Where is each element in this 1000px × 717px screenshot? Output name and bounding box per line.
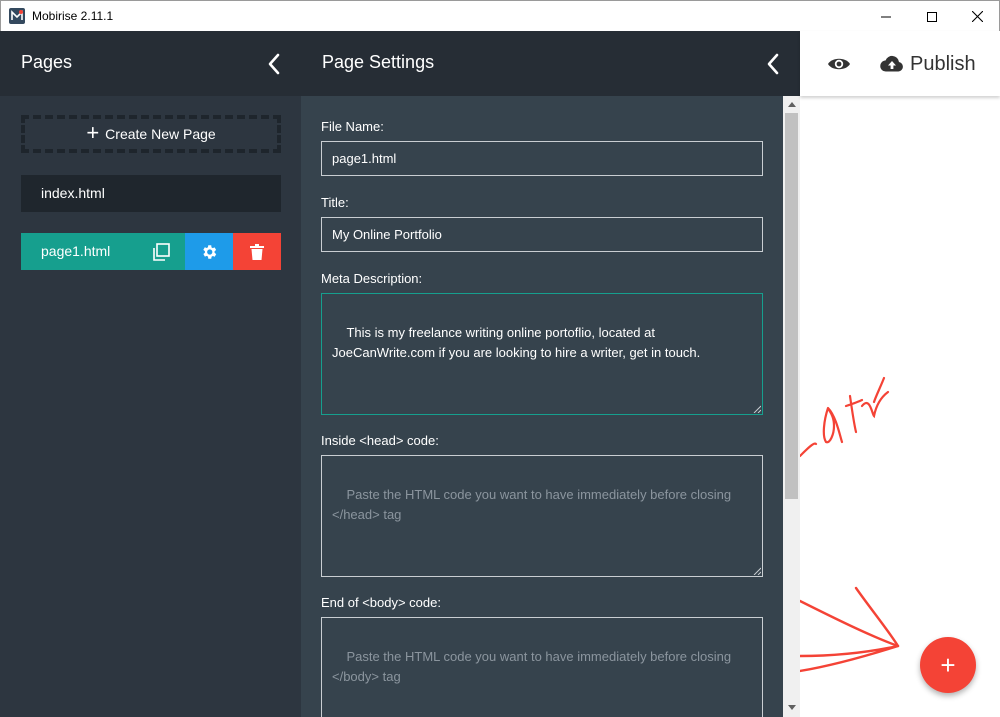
body-code-textarea[interactable]: Paste the HTML code you want to have imm… xyxy=(321,617,763,717)
scroll-up-arrow-icon[interactable] xyxy=(783,96,800,113)
trash-icon xyxy=(250,243,264,260)
body-code-label: End of <body> code: xyxy=(321,595,441,610)
file-name-input[interactable]: page1.html xyxy=(321,141,763,176)
create-new-page-button[interactable]: + Create New Page xyxy=(21,115,281,153)
create-new-page-label: Create New Page xyxy=(105,126,216,142)
duplicate-page-button[interactable] xyxy=(137,233,185,270)
publish-label: Publish xyxy=(910,52,976,75)
pages-panel-title: Pages xyxy=(21,52,73,72)
page-settings-header: Page Settings xyxy=(301,31,800,96)
title-input[interactable]: My Online Portfolio xyxy=(321,217,763,252)
scroll-thumb[interactable] xyxy=(785,113,798,499)
page-item-label: index.html xyxy=(41,185,105,201)
file-name-label: File Name: xyxy=(321,119,384,134)
page-settings-title: Page Settings xyxy=(322,52,435,72)
window-title: Mobirise 2.11.1 xyxy=(32,9,114,23)
maximize-icon xyxy=(927,11,937,22)
publish-button[interactable]: Publish xyxy=(880,49,976,79)
close-button[interactable] xyxy=(954,1,1000,32)
page-preview-area xyxy=(800,96,1000,717)
mobirise-logo-icon xyxy=(9,8,25,24)
meta-description-label: Meta Description: xyxy=(321,271,423,286)
meta-description-text: This is my freelance writing online port… xyxy=(332,325,701,360)
page-settings-panel: Page Settings File Name: page1.html Titl… xyxy=(301,31,800,717)
meta-description-textarea[interactable]: This is my freelance writing online port… xyxy=(321,293,763,415)
delete-page-button[interactable] xyxy=(233,233,281,270)
preview-toolbar: Publish xyxy=(800,31,1000,96)
window-title-bar: Mobirise 2.11.1 xyxy=(0,0,1000,31)
settings-scrollbar[interactable] xyxy=(783,96,800,717)
title-label: Title: xyxy=(321,195,349,210)
page-item-label: page1.html xyxy=(41,243,111,259)
close-icon xyxy=(971,11,983,22)
resize-grip-icon[interactable] xyxy=(753,405,761,413)
preview-eye-icon[interactable] xyxy=(826,51,852,77)
head-code-textarea[interactable]: Paste the HTML code you want to have imm… xyxy=(321,455,763,577)
pages-panel: Pages + Create New Page index.html page1… xyxy=(0,31,301,717)
add-block-button[interactable]: + xyxy=(920,637,976,693)
minimize-button[interactable] xyxy=(863,1,909,32)
head-code-placeholder: Paste the HTML code you want to have imm… xyxy=(332,487,735,522)
maximize-button[interactable] xyxy=(909,1,955,32)
page-item-index[interactable]: index.html xyxy=(21,175,281,212)
scroll-down-arrow-icon[interactable] xyxy=(783,699,800,716)
minimize-icon xyxy=(881,16,891,17)
gear-icon xyxy=(203,244,217,259)
page-item-page1[interactable]: page1.html xyxy=(21,233,281,270)
handwritten-start-hint xyxy=(800,376,900,673)
pages-panel-header: Pages xyxy=(0,31,301,96)
settings-collapse-chevron-left-icon[interactable] xyxy=(761,51,785,77)
page-settings-button[interactable] xyxy=(185,233,233,270)
head-code-label: Inside <head> code: xyxy=(321,433,439,448)
cloud-upload-icon xyxy=(880,55,903,72)
plus-icon: + xyxy=(86,120,100,145)
body-code-placeholder: Paste the HTML code you want to have imm… xyxy=(332,649,735,684)
copy-icon xyxy=(153,242,170,261)
plus-icon: + xyxy=(940,649,956,680)
pages-collapse-chevron-left-icon[interactable] xyxy=(262,51,286,77)
resize-grip-icon[interactable] xyxy=(753,567,761,575)
